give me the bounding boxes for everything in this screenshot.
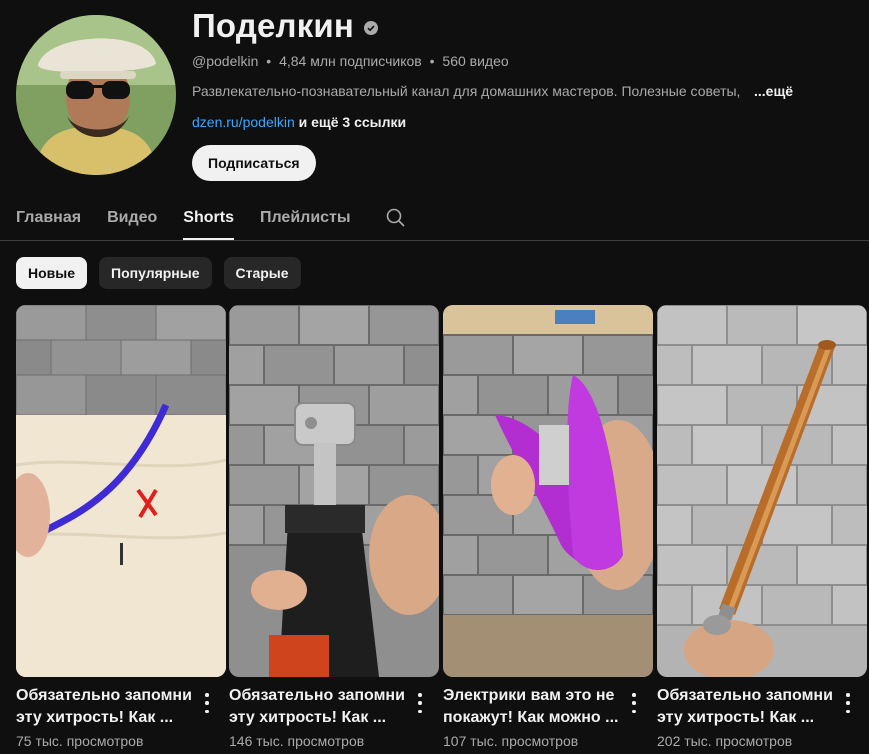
short-title[interactable]: Электрики вам это не покажут! Как можно …	[443, 685, 621, 729]
verified-check-icon	[364, 21, 379, 35]
more-vertical-icon[interactable]	[631, 693, 637, 713]
short-thumbnail[interactable]	[229, 305, 439, 677]
short-title[interactable]: Обязательно запомни эту хитрость! Как ..…	[657, 685, 835, 729]
channel-links: dzen.ru/podelkin и ещё 3 ссылки	[192, 114, 406, 130]
short-views: 202 тыс. просмотров	[657, 733, 793, 749]
description-more-link[interactable]: ...ещё	[754, 83, 793, 99]
short-card[interactable]: Электрики вам это не покажут! Как можно …	[443, 305, 653, 749]
meta-separator: •	[266, 53, 272, 69]
chip-popular[interactable]: Популярные	[99, 257, 212, 289]
more-vertical-icon[interactable]	[417, 693, 423, 713]
tab-playlists[interactable]: Плейлисты	[260, 196, 351, 240]
chip-oldest[interactable]: Старые	[223, 257, 301, 289]
tabs-divider	[0, 240, 869, 241]
short-thumbnail[interactable]	[657, 305, 867, 677]
more-vertical-icon[interactable]	[204, 693, 210, 713]
channel-name: Поделкин	[192, 7, 355, 44]
meta-separator: •	[429, 53, 435, 69]
short-title[interactable]: Обязательно запомни эту хитрость! Как ..…	[229, 685, 407, 729]
channel-handle: @podelkin	[192, 53, 259, 69]
search-icon[interactable]	[377, 196, 407, 240]
subscribe-button[interactable]: Подписаться	[192, 145, 316, 181]
short-views: 107 тыс. просмотров	[443, 733, 579, 749]
tab-videos[interactable]: Видео	[107, 196, 157, 240]
short-title[interactable]: Обязательно запомни эту хитрость! Как ..…	[16, 685, 194, 729]
channel-description-text: Развлекательно-познавательный канал для …	[192, 83, 741, 99]
channel-avatar[interactable]	[16, 15, 176, 175]
subscriber-count: 4,84 млн подписчиков	[279, 53, 422, 69]
channel-title-row: Поделкин	[192, 6, 379, 46]
channel-link[interactable]: dzen.ru/podelkin	[192, 114, 295, 130]
more-vertical-icon[interactable]	[845, 693, 851, 713]
channel-tabs: Главная Видео Shorts Плейлисты	[16, 196, 407, 240]
short-thumbnail[interactable]	[443, 305, 653, 677]
short-card[interactable]: Обязательно запомни эту хитрость! Как ..…	[229, 305, 439, 749]
chip-newest[interactable]: Новые	[16, 257, 88, 289]
short-card[interactable]: Обязательно запомни эту хитрость! Как ..…	[16, 305, 226, 749]
short-views: 75 тыс. просмотров	[16, 733, 144, 749]
tab-home[interactable]: Главная	[16, 196, 81, 240]
video-count: 560 видео	[442, 53, 509, 69]
more-links-button[interactable]: и ещё 3 ссылки	[299, 114, 406, 130]
channel-meta: @podelkin • 4,84 млн подписчиков • 560 в…	[192, 53, 509, 69]
short-views: 146 тыс. просмотров	[229, 733, 365, 749]
tab-shorts[interactable]: Shorts	[183, 196, 234, 240]
channel-description[interactable]: Развлекательно-познавательный канал для …	[192, 83, 792, 99]
short-thumbnail[interactable]	[16, 305, 226, 677]
short-card[interactable]: Обязательно запомни эту хитрость! Как ..…	[657, 305, 867, 749]
sort-chips: Новые Популярные Старые	[16, 257, 301, 289]
